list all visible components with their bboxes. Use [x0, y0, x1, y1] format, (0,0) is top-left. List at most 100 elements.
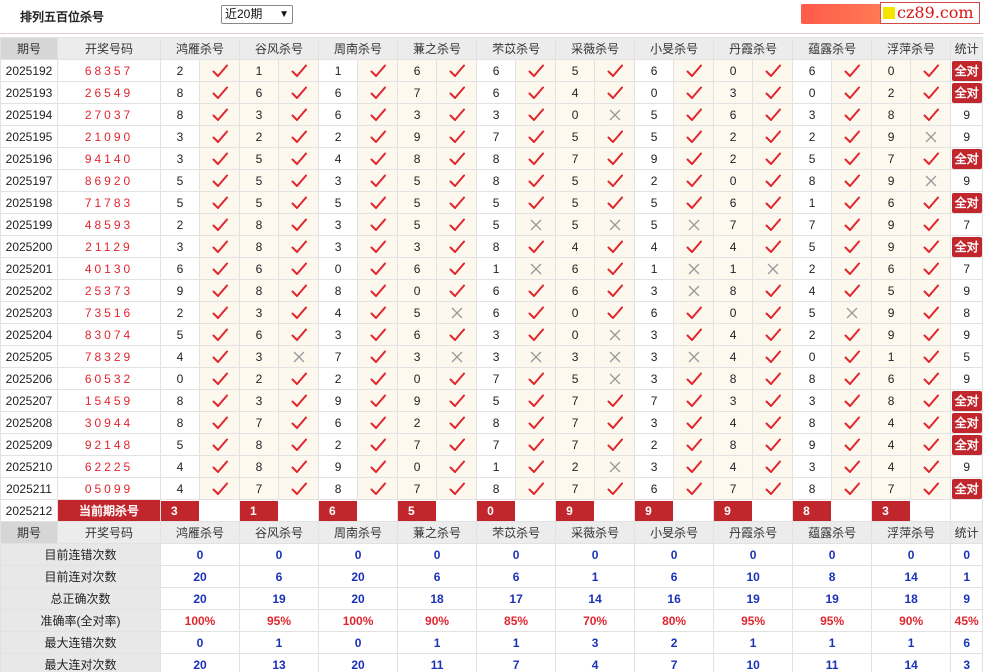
check-icon [844, 438, 860, 451]
stat-cell: 7 [950, 257, 983, 280]
check-icon [528, 196, 544, 209]
result-icon-cell [198, 59, 241, 82]
result-icon-cell [198, 279, 241, 302]
table-row: 2025203 73516 2 3 4 5 6 0 6 0 5 9 8 [0, 301, 983, 324]
result-icon-cell [357, 455, 399, 478]
result-icon-cell [198, 257, 241, 280]
result-icon-cell [198, 477, 241, 500]
summary-value: 20 [318, 653, 399, 672]
stat-cell: 5 [950, 345, 983, 368]
current-kill-cell: 8 [792, 499, 873, 522]
check-icon [370, 108, 386, 121]
summary-value: 0 [476, 543, 557, 566]
result-icon-cell [673, 191, 715, 214]
kill-number-cell: 5 [160, 169, 200, 192]
kill-number-cell: 4 [318, 147, 359, 170]
result-icon-cell [357, 279, 399, 302]
result-icon-cell [594, 147, 636, 170]
current-period-row: 2025212 当前期杀号 3 1 6 5 0 9 9 9 8 3 [0, 499, 983, 522]
check-icon [844, 262, 860, 275]
table-row: 2025211 05099 4 7 8 7 8 7 6 7 8 7 全对 [0, 477, 983, 500]
result-icon-cell [831, 125, 873, 148]
result-icon-cell [278, 411, 320, 434]
kill-number-cell: 5 [634, 103, 675, 126]
stat-value: 7 [963, 217, 970, 232]
result-icon-cell [278, 433, 320, 456]
check-icon [686, 306, 702, 319]
logo-text: cz89.com [897, 3, 974, 22]
check-icon [844, 86, 860, 99]
summary-value: 19 [792, 587, 873, 610]
kill-number-cell: 4 [160, 477, 200, 500]
result-icon-cell [594, 235, 636, 258]
check-icon [291, 218, 307, 231]
draw-code-cell: 68357 [57, 59, 161, 82]
kill-number-cell: 6 [318, 411, 359, 434]
summary-label: 目前连错次数 [0, 543, 161, 566]
check-icon [449, 394, 465, 407]
summary-value: 0 [159, 631, 241, 654]
result-icon-cell [910, 279, 952, 302]
result-icon-cell [436, 455, 478, 478]
kill-number-cell: 7 [871, 477, 912, 500]
cross-icon [609, 219, 621, 231]
kill-number-cell: 6 [160, 257, 200, 280]
result-icon-cell [673, 389, 715, 412]
result-icon-cell [831, 411, 873, 434]
column-header-expert: 浮萍杀号 [871, 521, 952, 544]
all-correct-badge: 全对 [951, 412, 982, 433]
summary-value: 0 [239, 543, 320, 566]
check-icon [923, 394, 939, 407]
result-icon-cell [752, 191, 794, 214]
kill-number-cell: 0 [713, 301, 754, 324]
check-icon [291, 416, 307, 429]
period-select[interactable]: 近20期 ▼ [221, 5, 293, 24]
kill-number-cell: 8 [239, 235, 280, 258]
kill-number-cell: 2 [634, 433, 675, 456]
check-icon [370, 372, 386, 385]
kill-number-cell: 5 [476, 191, 517, 214]
kill-number-cell: 6 [871, 257, 912, 280]
result-icon-cell [515, 191, 557, 214]
kill-number-cell: 9 [634, 147, 675, 170]
stat-value: 9 [963, 459, 970, 474]
summary-value: 6 [239, 565, 320, 588]
check-icon [291, 108, 307, 121]
kill-number-cell: 6 [871, 367, 912, 390]
result-icon-cell [515, 235, 557, 258]
kill-number-cell: 3 [476, 345, 517, 368]
cross-icon [530, 351, 542, 363]
summary-value: 7 [476, 653, 557, 672]
check-icon [212, 350, 228, 363]
check-icon [528, 460, 544, 473]
summary-value: 3 [555, 631, 636, 654]
table-row: 2025199 48593 2 8 3 5 5 5 5 7 7 9 7 [0, 213, 983, 236]
kill-number-cell: 2 [397, 411, 438, 434]
current-kill-number: 1 [240, 500, 279, 521]
kill-number-cell: 7 [318, 345, 359, 368]
result-icon-cell [752, 301, 794, 324]
cross-icon [530, 219, 542, 231]
result-icon-cell [831, 213, 873, 236]
kill-number-cell: 0 [397, 279, 438, 302]
result-icon-cell [278, 103, 320, 126]
summary-value: 100% [159, 609, 241, 632]
check-icon [212, 328, 228, 341]
check-icon [686, 460, 702, 473]
result-icon-cell [831, 301, 873, 324]
site-logo[interactable]: cz89.com [880, 2, 980, 24]
kill-number-cell: 8 [871, 103, 912, 126]
result-icon-cell [673, 147, 715, 170]
result-icon-cell [278, 191, 320, 214]
kill-number-cell: 8 [476, 477, 517, 500]
check-icon [212, 372, 228, 385]
result-icon-cell [357, 411, 399, 434]
kill-number-cell: 5 [160, 191, 200, 214]
check-icon [607, 86, 623, 99]
kill-number-cell: 9 [160, 279, 200, 302]
kill-number-cell: 5 [239, 169, 280, 192]
check-icon [765, 306, 781, 319]
stat-cell: 9 [950, 125, 983, 148]
result-icon-cell [198, 301, 241, 324]
result-icon-cell [831, 367, 873, 390]
